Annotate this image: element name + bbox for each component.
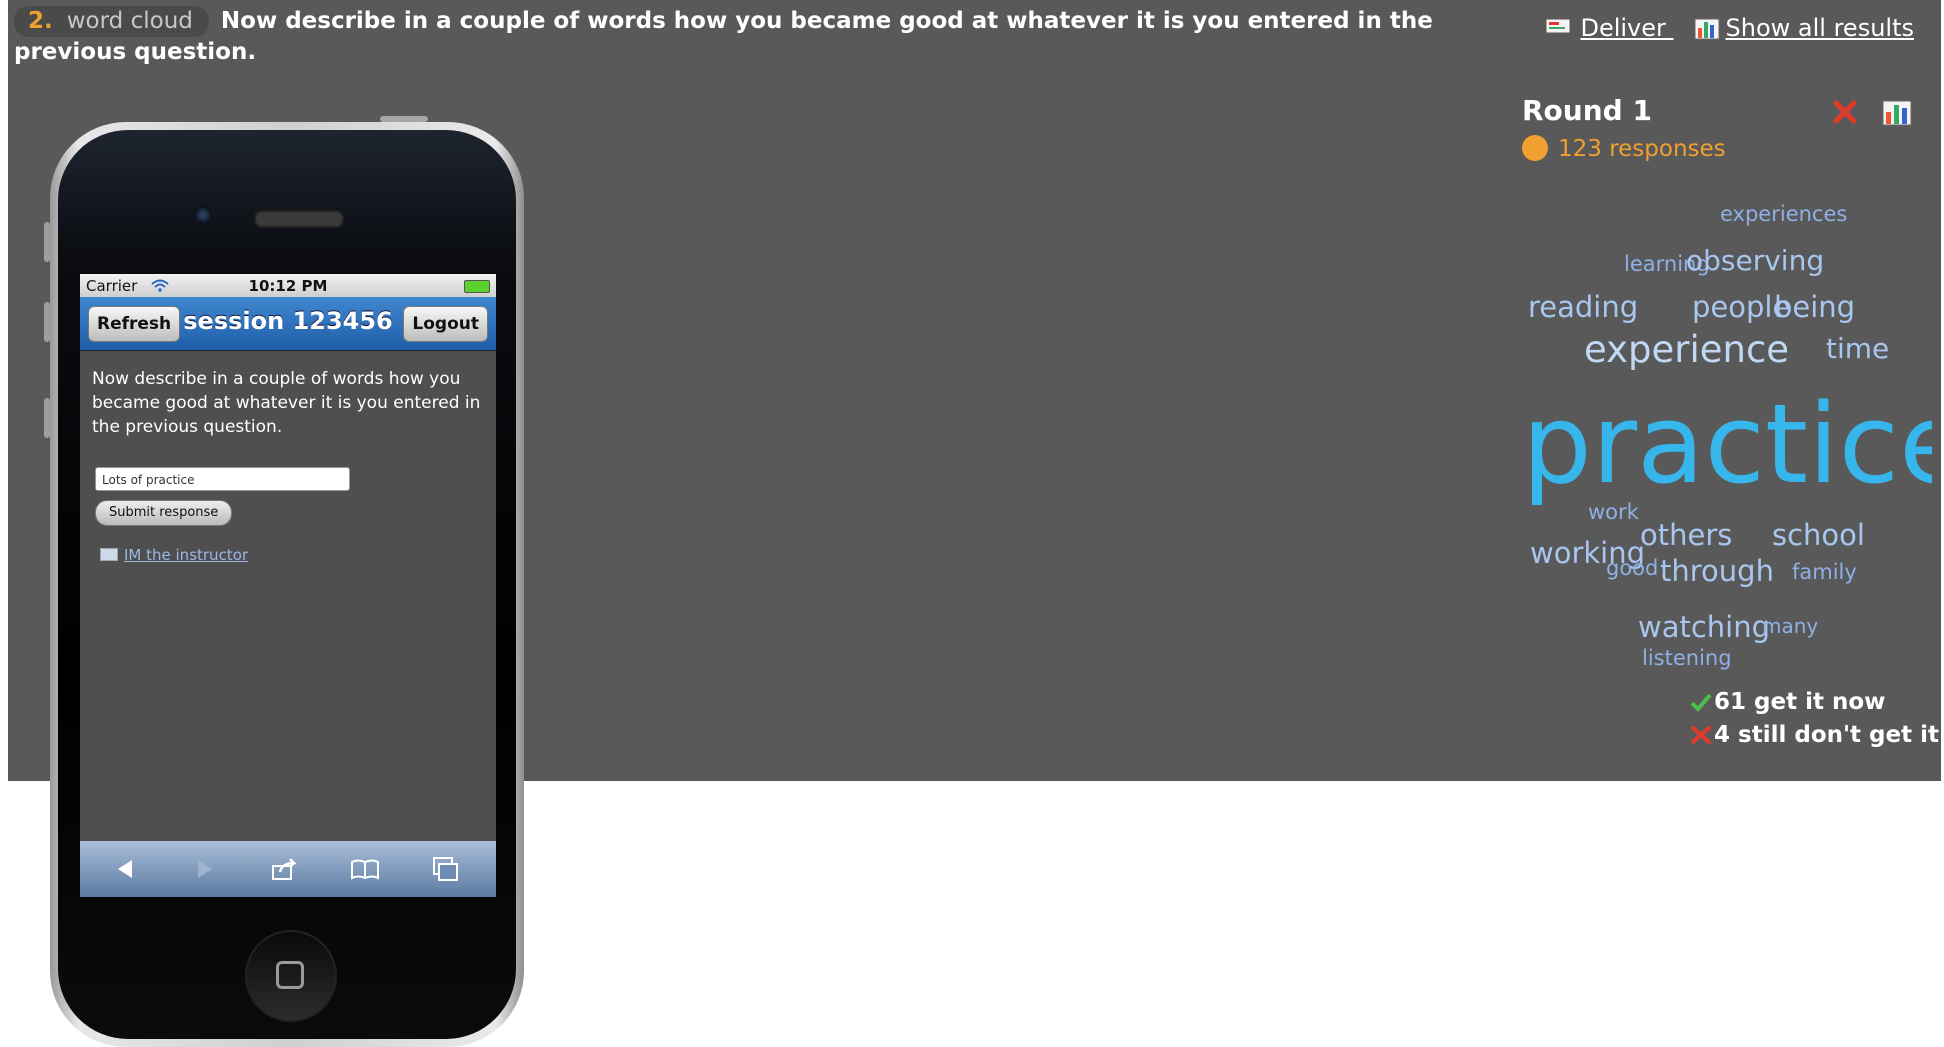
im-label: IM the instructor (124, 546, 249, 564)
im-instructor-link[interactable]: IM the instructor (100, 546, 248, 564)
home-square-icon (276, 961, 304, 989)
cloud-word: listening (1642, 646, 1732, 670)
phone-screen: Carrier 10:12 PM Refresh session 123456 … (80, 274, 496, 897)
cloud-word: through (1660, 554, 1774, 588)
response-count-text: 123 responses (1558, 136, 1726, 162)
cloud-word: experiences (1720, 202, 1848, 226)
cloud-word: reading (1528, 290, 1639, 324)
show-all-results-link[interactable]: Show all results (1694, 14, 1914, 42)
browser-toolbar (80, 841, 496, 897)
response-input[interactable]: Lots of practice (95, 467, 350, 491)
close-round-icon[interactable] (1832, 99, 1858, 125)
question-text: Now describe in a couple of words how yo… (14, 8, 1433, 65)
cloud-word: watching (1638, 610, 1771, 644)
cloud-word: good (1606, 556, 1659, 580)
power-button (380, 116, 428, 122)
cloud-word: work (1588, 500, 1639, 524)
get-it-text: 61 get it now (1714, 689, 1886, 715)
nav-bar: Refresh session 123456 Logout (80, 297, 496, 351)
submit-response-button[interactable]: Submit response (95, 500, 233, 526)
cloud-word: practice (1522, 380, 1932, 508)
question-header: 2. word cloud Now describe in a couple of … (14, 6, 1454, 68)
question-type: word cloud (66, 8, 193, 34)
back-arrow-icon[interactable] (110, 854, 140, 884)
check-icon (1690, 693, 1712, 712)
cloud-word: time (1826, 332, 1890, 365)
cloud-word: being (1774, 290, 1856, 324)
round-chart-icon[interactable] (1882, 98, 1912, 126)
top-links: Deliver Show all results (1524, 14, 1914, 42)
deliver-link[interactable]: Deliver (1544, 14, 1673, 42)
logout-button[interactable]: Logout (403, 306, 488, 342)
question-number: 2. (28, 8, 53, 34)
cloud-word: observing (1686, 244, 1825, 277)
bar-chart-icon (1694, 18, 1720, 40)
cloud-word: experience (1584, 328, 1790, 371)
forward-arrow-icon[interactable] (190, 854, 220, 884)
presentation-icon (1545, 18, 1571, 40)
bookmarks-icon[interactable] (350, 854, 380, 884)
share-icon[interactable] (270, 854, 300, 884)
cloud-word: school (1772, 518, 1865, 552)
envelope-icon (100, 548, 118, 561)
status-bar: Carrier 10:12 PM (80, 274, 496, 297)
battery-icon (464, 280, 490, 293)
dont-get-text: 4 still don't get it (1714, 722, 1939, 748)
volume-up-button (44, 302, 50, 342)
x-icon (1691, 726, 1711, 744)
status-dot (1522, 135, 1548, 161)
volume-down-button (44, 398, 50, 438)
word-cloud: experiences learning observing reading peopl… (1512, 170, 1932, 670)
cloud-word: others (1640, 518, 1733, 552)
get-it-row: 61 get it now (1690, 686, 1939, 719)
tabs-icon[interactable] (430, 854, 460, 884)
understanding-stats: 61 get it now 4 still don't get it (1690, 686, 1939, 752)
show-all-label: Show all results (1725, 14, 1914, 42)
question-tag: 2. word cloud (14, 6, 209, 37)
speaker-grille (254, 210, 344, 228)
cloud-word: many (1762, 614, 1819, 638)
dont-get-row: 4 still don't get it (1690, 719, 1939, 752)
cloud-word: family (1792, 560, 1857, 584)
mute-switch (44, 222, 50, 262)
response-count: 123 responses (1522, 135, 1726, 162)
status-time: 10:12 PM (248, 277, 328, 295)
question-prompt: Now describe in a couple of words how yo… (92, 369, 481, 437)
home-button (245, 930, 337, 1022)
camera-icon (194, 206, 212, 224)
deliver-label: Deliver (1580, 14, 1666, 42)
round-title: Round 1 (1522, 94, 1652, 127)
